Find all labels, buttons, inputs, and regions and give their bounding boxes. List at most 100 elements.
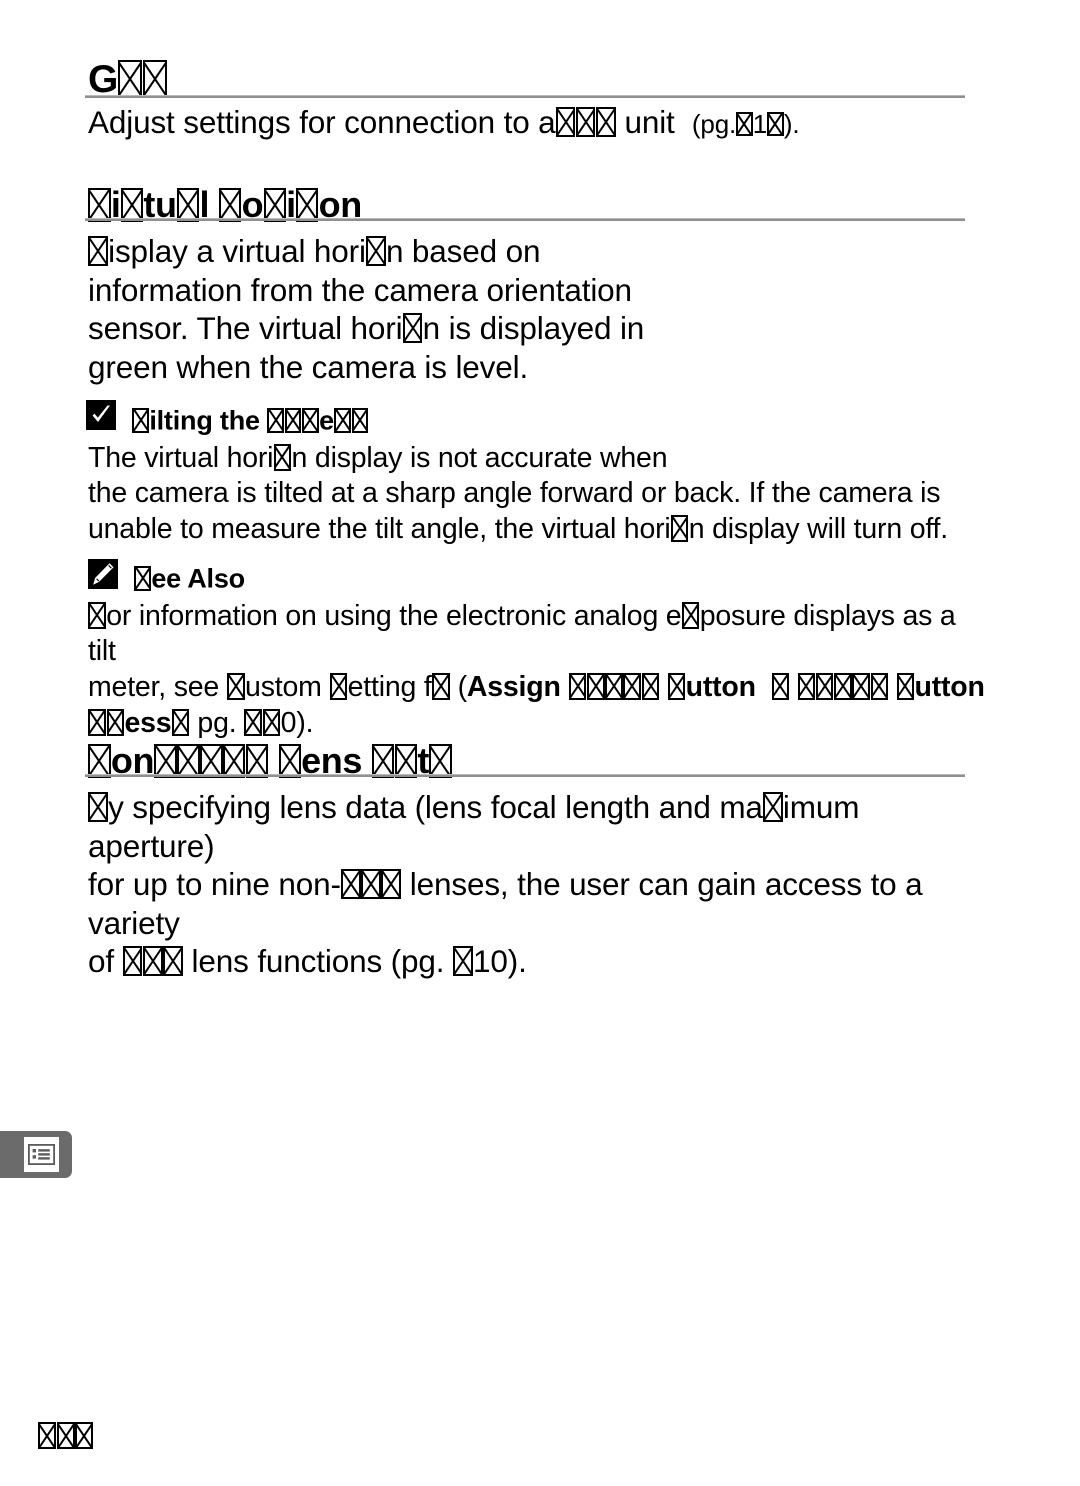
tilt-text: unable to measure the tilt angle, the vi… [88, 513, 671, 546]
checkmark-icon [86, 400, 116, 430]
missing-glyph-box [453, 946, 473, 977]
missing-glyph-box [262, 708, 281, 736]
missing-glyph-box [88, 743, 111, 778]
vh-line-1: isplay a virtual hori n based on [88, 232, 668, 271]
missing-glyph-box [797, 672, 816, 700]
missing-glyph-box [896, 672, 915, 700]
missing-glyph-box [142, 60, 167, 98]
note-body-tilting-the-camera: The virtual hori n display is not accurat… [88, 440, 988, 547]
missing-glyph-box [132, 407, 150, 434]
gps-body-text-a: Adjust settings for connection to a [88, 104, 556, 140]
missing-glyph-box [88, 792, 108, 823]
pencil-icon [88, 559, 118, 589]
vh-line-2: information from the camera orientation [88, 271, 632, 308]
section-body-virtual-horizon: isplay a virtual hori n based on informat… [88, 232, 668, 386]
missing-glyph-box [118, 60, 143, 98]
page-ref-open: (pg. [691, 109, 737, 139]
missing-glyph-box [852, 672, 870, 700]
missing-glyph-box [163, 946, 183, 977]
missing-glyph-box [88, 601, 106, 629]
missing-glyph-box [143, 946, 163, 977]
see-line-3: ess pg. 0). [88, 705, 988, 741]
note-title-text: ilting the [149, 405, 260, 436]
see-line-2: meter, see ustom etting f (Assign utton … [88, 669, 988, 705]
note-title-text: ee Also [151, 563, 245, 594]
see-text: meter, see [88, 671, 220, 704]
missing-glyph-box [834, 672, 852, 700]
note-title-see-also: ee Also [134, 562, 245, 593]
page-ref-digit: 1 [752, 109, 768, 139]
tilt-text: The virtual hori [88, 442, 274, 475]
missing-glyph-box [219, 187, 242, 222]
see-text: ( [457, 671, 468, 704]
missing-glyph-box [273, 443, 292, 471]
missing-glyph-box [431, 672, 450, 700]
missing-glyph-box [351, 407, 369, 434]
manual-page: G Adjust settings for connection to a un… [0, 0, 1080, 1486]
missing-glyph-box [361, 869, 381, 900]
see-text: etting f [347, 671, 432, 704]
missing-glyph-box [122, 946, 143, 977]
list-menu-icon [28, 1144, 55, 1165]
missing-glyph-box [596, 107, 616, 138]
missing-glyph-box [106, 708, 125, 736]
page-ref-close: ). [783, 109, 800, 139]
missing-glyph-box [555, 107, 576, 138]
ncpu-line-3: of lens functions (pg. 10). [88, 942, 988, 981]
tilt-line-2: the camera is tilted at a sharp angle fo… [88, 477, 941, 510]
missing-glyph-box [341, 869, 361, 900]
missing-glyph-box [223, 743, 246, 778]
see-text: utton [685, 671, 756, 704]
missing-glyph-box [200, 743, 223, 778]
ncpu-text: of [88, 943, 114, 979]
vh-text: sensor. The virtual hori [88, 310, 403, 346]
missing-glyph-box [88, 187, 111, 222]
missing-glyph-box [870, 672, 889, 700]
tilt-line-1: The virtual hori n display is not accurat… [88, 440, 988, 476]
missing-glyph-box [736, 111, 753, 137]
see-bold-group-1: utton [568, 671, 756, 704]
section-divider-non-cpu-lens-data [85, 774, 965, 777]
missing-glyph-box [88, 708, 106, 736]
section-divider-virtual-horizon [85, 218, 965, 221]
missing-glyph-box [267, 407, 285, 434]
side-tab-plate [24, 1137, 59, 1172]
missing-glyph-box [575, 107, 596, 138]
ncpu-line-2: for up to nine non- lenses, the user can… [88, 865, 988, 942]
missing-glyph-box [623, 672, 642, 700]
see-text: ess [124, 707, 172, 740]
ncpu-text: 10). [473, 943, 527, 979]
missing-glyph-box [641, 672, 660, 700]
vh-line-3: sensor. The virtual hori n is displayed i… [88, 309, 668, 348]
missing-glyph-box [120, 187, 144, 222]
missing-glyph-box [284, 407, 302, 434]
missing-glyph-box [329, 672, 348, 700]
page-number [38, 1418, 94, 1452]
missing-glyph-box [38, 1421, 57, 1450]
ncpu-text: y specifying lens data (lens focal lengt… [108, 789, 763, 825]
ncpu-text: lens functions (pg. [191, 943, 445, 979]
section-body-gps: Adjust settings for connection to a unit… [88, 103, 988, 144]
missing-glyph-box [278, 743, 301, 778]
side-tab-menu[interactable] [0, 1131, 72, 1178]
missing-glyph-box [244, 708, 263, 736]
missing-glyph-box [605, 672, 623, 700]
ncpu-line-1: y specifying lens data (lens focal lengt… [88, 788, 988, 865]
see-text: or information on using the electronic a… [106, 600, 682, 633]
missing-glyph-box [568, 672, 587, 700]
missing-glyph-box [296, 187, 319, 222]
missing-glyph-box [154, 743, 177, 778]
missing-glyph-box [402, 313, 423, 344]
note-body-see-also: or information on using the electronic a… [88, 598, 988, 741]
missing-glyph-box [681, 601, 700, 629]
missing-glyph-box [88, 236, 108, 267]
see-text: pg. [197, 707, 237, 740]
see-text: ustom [245, 671, 322, 704]
missing-glyph-box [366, 236, 386, 267]
missing-glyph-box [763, 792, 783, 823]
section-heading-gps: G [88, 55, 167, 99]
missing-glyph-box [134, 565, 152, 592]
missing-glyph-box [767, 111, 784, 137]
gps-page-reference: (pg. 1). [692, 109, 800, 139]
vh-text: n based on [385, 233, 541, 269]
